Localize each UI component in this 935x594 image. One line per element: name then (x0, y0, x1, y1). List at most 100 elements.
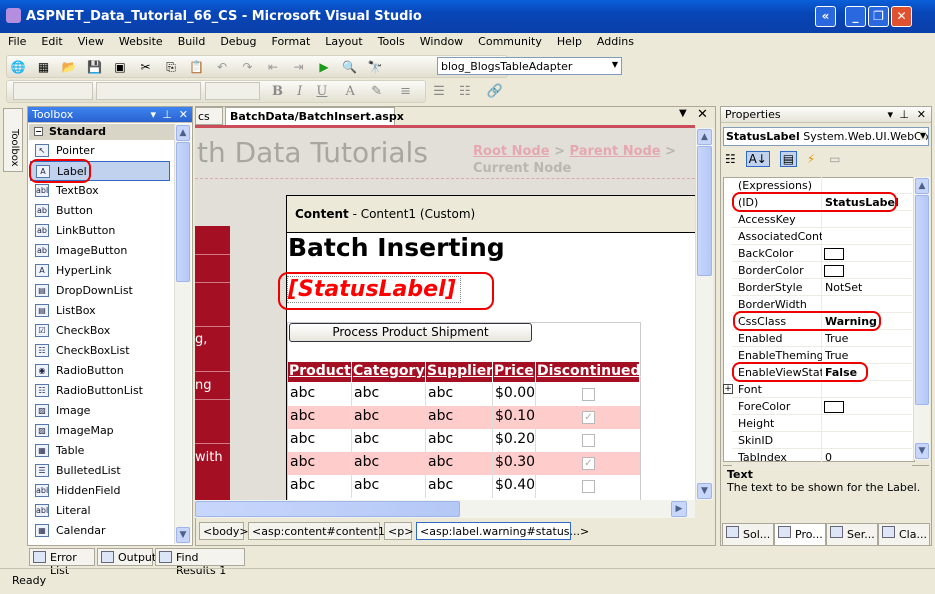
toolbox-item-bulletedlist[interactable]: ☰ BulletedList (30, 461, 170, 481)
property-row[interactable]: BorderStyle NotSet (732, 279, 912, 296)
open-icon[interactable]: 📂 (61, 59, 77, 75)
property-row[interactable]: Enabled True (732, 330, 912, 347)
menu-tools[interactable]: Tools (370, 33, 412, 48)
close-icon[interactable]: ✕ (917, 108, 926, 121)
toolbox-scrollbar[interactable]: ▲ ▼ (174, 124, 191, 544)
tag-path-item[interactable]: <asp:content#content1> (248, 522, 394, 540)
property-row[interactable]: AssociatedContro (732, 228, 912, 245)
menu-view[interactable]: View (70, 33, 111, 48)
navigate-forward-icon[interactable]: ⇥ (291, 59, 307, 75)
panel-tab[interactable]: Cla... (878, 523, 930, 546)
find-icon[interactable]: 🔍 (342, 59, 358, 75)
toolbox-item-radiobuttonlist[interactable]: ☷ RadioButtonList (30, 381, 170, 401)
panel-tab[interactable]: Sol... (722, 523, 774, 546)
minimize-button[interactable]: _ (845, 6, 866, 27)
discontinued-checkbox[interactable] (582, 434, 595, 447)
font-size-combo[interactable] (205, 82, 260, 100)
discontinued-checkbox[interactable] (582, 388, 595, 401)
dropdown-icon[interactable]: ▾ (887, 108, 893, 121)
toolbox-item-literal[interactable]: abl Literal (30, 501, 170, 521)
bottom-tab[interactable]: Error List (29, 548, 95, 577)
add-item-icon[interactable]: ▦ (36, 59, 52, 75)
tag-path-item[interactable]: <asp:label.warning#status...> (416, 522, 589, 540)
discontinued-checkbox[interactable]: ✓ (582, 411, 595, 424)
toolbox-item-button[interactable]: ab Button (30, 201, 170, 221)
property-value[interactable]: True (825, 349, 911, 362)
menu-window[interactable]: Window (412, 33, 470, 48)
toolbox-item-listbox[interactable]: ▤ ListBox (30, 301, 170, 321)
numbering-icon[interactable]: ☷ (459, 84, 471, 99)
property-row[interactable]: SkinID (732, 432, 912, 449)
categorized-icon[interactable]: ☷ (725, 152, 736, 166)
menu-help[interactable]: Help (549, 33, 589, 48)
menu-layout[interactable]: Layout (317, 33, 369, 48)
toolbox-item-radiobutton[interactable]: ◉ RadioButton (30, 361, 170, 381)
editor-vscroll[interactable]: ▲ ▼ (695, 128, 713, 500)
property-value[interactable]: True (825, 332, 911, 345)
property-row[interactable]: BorderColor (732, 262, 912, 279)
grid-header-category[interactable]: Category (352, 362, 426, 382)
menu-fragment[interactable]: g, (195, 332, 207, 347)
property-row[interactable]: ForeColor (732, 398, 912, 415)
discontinued-checkbox[interactable]: ✓ (582, 457, 595, 470)
events-icon[interactable]: ⚡ (807, 152, 815, 166)
toolbox-item-imagemap[interactable]: ▨ ImageMap (30, 421, 170, 441)
font-name-combo[interactable] (96, 82, 201, 100)
menu-fragment[interactable]: ng (195, 378, 212, 393)
pin-icon[interactable]: ⊥ (899, 108, 909, 121)
save-icon[interactable]: 💾 (87, 59, 103, 75)
tag-path-item[interactable]: <body> (199, 522, 249, 540)
panel-tab[interactable]: Pro... (774, 523, 826, 546)
toolbox-item-hyperlink[interactable]: A HyperLink (30, 261, 170, 281)
menu-fragment[interactable]: with (195, 450, 223, 465)
grid-header-supplier[interactable]: Supplier (426, 362, 493, 382)
tag-path-item[interactable]: <p> (384, 522, 413, 540)
tab-batchinsert[interactable]: BatchData/BatchInsert.aspx (225, 107, 404, 126)
grid-header-product[interactable]: Product (288, 362, 352, 382)
property-row[interactable]: TabIndex 0 (732, 449, 912, 466)
restore-button[interactable]: ❐ (868, 6, 889, 27)
close-button[interactable]: ✕ (891, 6, 912, 27)
breadcrumb-root-link[interactable]: Root Node (473, 144, 550, 159)
menu-community[interactable]: Community (470, 33, 549, 48)
close-document-icon[interactable]: ✕ (697, 107, 708, 122)
property-value[interactable]: 0 (825, 451, 911, 464)
toolbox-item-image[interactable]: ▨ Image (30, 401, 170, 421)
property-pages-icon[interactable]: ▭ (829, 152, 840, 166)
underline-button[interactable]: U (316, 84, 327, 99)
breadcrumb-parent-link[interactable]: Parent Node (570, 144, 661, 159)
menu-format[interactable]: Format (264, 33, 318, 48)
copy-icon[interactable]: ⎘ (163, 59, 179, 75)
panel-tab[interactable]: Ser... (826, 523, 878, 546)
alphabetical-icon[interactable]: A↓ (745, 151, 770, 167)
property-row[interactable]: + Font (723, 381, 912, 398)
new-website-icon[interactable]: 🌐 (10, 59, 26, 75)
paste-icon[interactable]: 📋 (189, 59, 205, 75)
align-icon[interactable]: ≡ (400, 84, 411, 99)
discontinued-checkbox[interactable] (582, 480, 595, 493)
menu-file[interactable]: File (0, 33, 33, 48)
grid-header-price[interactable]: Price (493, 362, 536, 382)
expand-icon[interactable]: + (723, 384, 733, 394)
menu-debug[interactable]: Debug (212, 33, 263, 48)
bottom-tab[interactable]: Output (97, 548, 156, 566)
redo-icon[interactable]: ↷ (240, 59, 256, 75)
save-all-icon[interactable]: ▣ (112, 59, 128, 75)
toolbox-item-hiddenfield[interactable]: abl HiddenField (30, 481, 170, 501)
bold-button[interactable]: B (272, 84, 283, 99)
object-selector[interactable]: StatusLabel System.Web.UI.WebCon ▼ (723, 127, 929, 146)
pin-icon[interactable]: ⊥ (162, 108, 172, 121)
start-debug-icon[interactable]: ▶ (316, 59, 332, 75)
cut-icon[interactable]: ✂ (138, 59, 154, 75)
property-row[interactable]: AccessKey (732, 211, 912, 228)
toolbox-item-checkbox[interactable]: ☑ CheckBox (30, 321, 170, 341)
toolbox-item-table[interactable]: ▦ Table (30, 441, 170, 461)
property-value[interactable]: NotSet (825, 281, 911, 294)
hyperlink-icon[interactable]: 🔗 (487, 84, 503, 99)
block-format-combo[interactable] (13, 82, 93, 100)
toolbox-group-standard[interactable]: − Standard (29, 124, 174, 140)
toolbox-item-imagebutton[interactable]: ab ImageButton (30, 241, 170, 261)
find-combo[interactable]: blog_BlogsTableAdapter ▼ (437, 57, 622, 75)
bottom-tab[interactable]: Find Results 1 (155, 548, 245, 577)
find-in-files-icon[interactable]: 🔭 (367, 59, 383, 75)
